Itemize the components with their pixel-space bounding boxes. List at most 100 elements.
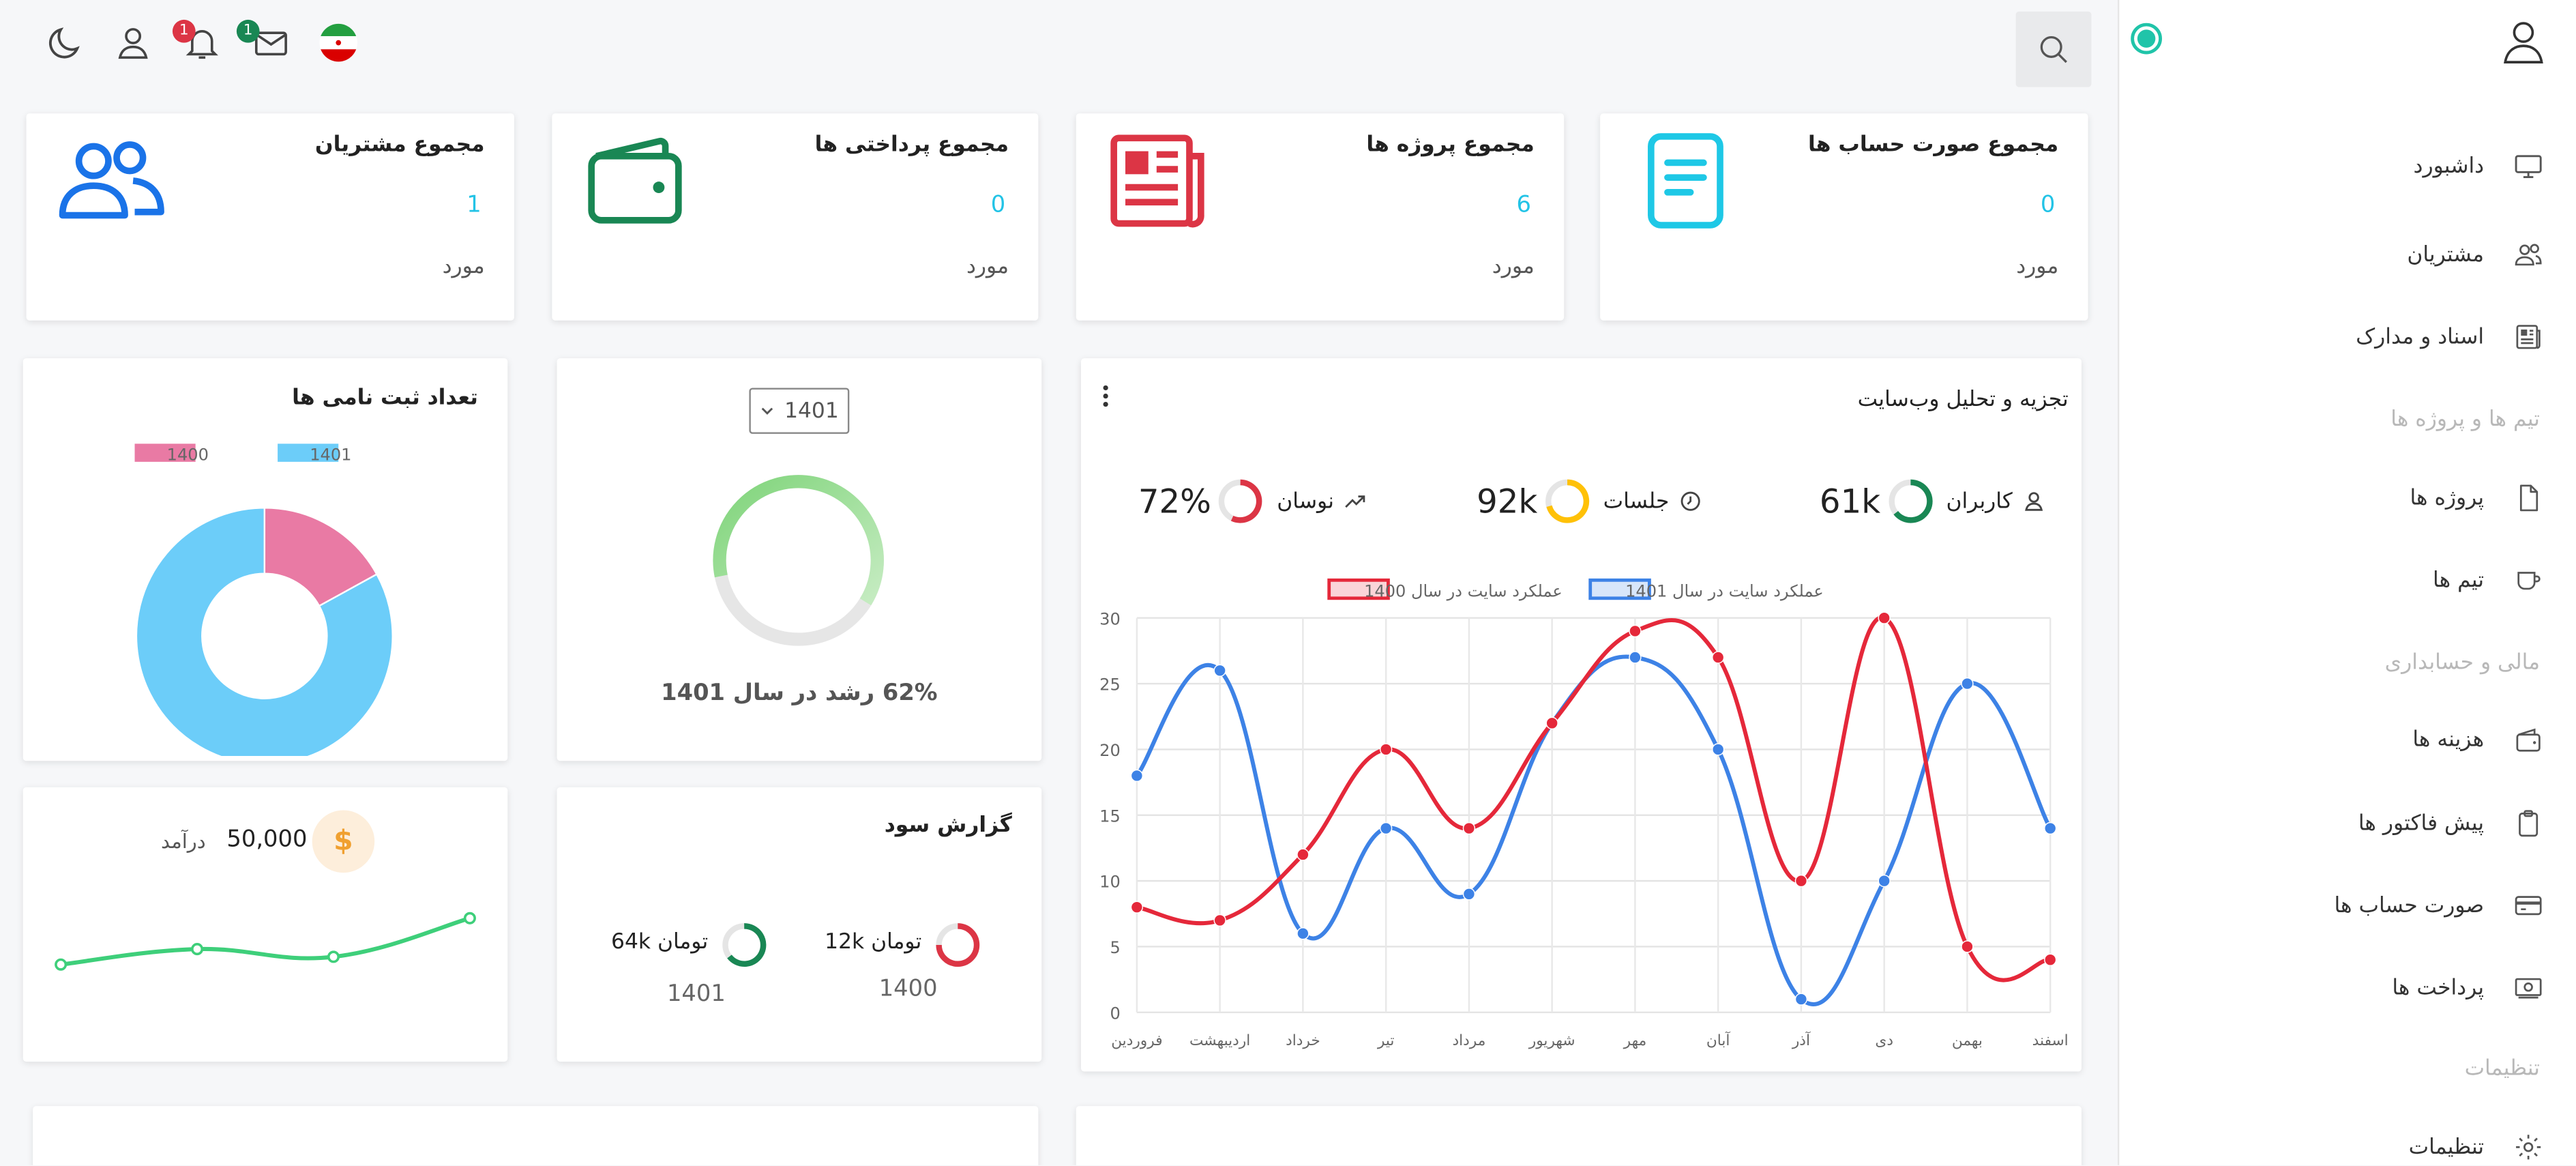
cup-icon: [2507, 566, 2550, 595]
stat-unit: مورد: [442, 254, 485, 280]
income-value: 50,000: [226, 826, 308, 854]
profit-amount: 12k تومان: [825, 930, 922, 955]
y-tick-label: 10: [1099, 873, 1121, 892]
income-card: $ 50,000 درآمد: [23, 787, 508, 1062]
card-menu-button[interactable]: [1097, 383, 1114, 409]
stat-value: 1: [467, 192, 482, 219]
sidebar-item-label: مشتریان: [2407, 242, 2485, 267]
sidebar-section-finance: مالی و حسابداری: [2384, 650, 2541, 676]
data-point: [463, 912, 476, 924]
year-select-value: 1401: [784, 398, 839, 424]
toggle-dot: [2137, 29, 2156, 48]
profit-report-card: گزارش سود 12k تومان 1400 64k تومان 1401: [557, 787, 1042, 1062]
profit-year: 1400: [878, 976, 938, 1003]
language-selector[interactable]: [319, 23, 358, 63]
sidebar-item-label: پروژه ها: [2410, 485, 2485, 510]
data-point: [327, 950, 340, 963]
stat-title: مجموع پروژه ها: [1366, 133, 1535, 158]
sidebar-item-invoices[interactable]: صورت حساب ها: [2155, 881, 2549, 930]
series-line: [1135, 654, 2052, 1006]
registrations-card: تعداد ثبت نامی ها 1401 1400: [23, 358, 508, 761]
legend-label: 1401: [310, 445, 351, 464]
y-tick-label: 0: [1110, 1004, 1120, 1023]
sidebar-item-dashboard[interactable]: داشبورد: [2155, 141, 2549, 190]
year-select[interactable]: 1401: [749, 388, 850, 434]
x-tick-label: خرداد: [1286, 1032, 1320, 1049]
currency-badge: $: [312, 810, 375, 873]
sidebar-toggle[interactable]: [2131, 23, 2162, 55]
data-point: [1961, 940, 1974, 953]
data-point: [1712, 743, 1725, 756]
trending-up-icon: [1345, 495, 1365, 508]
data-point: [1462, 821, 1476, 835]
metric-ring: [1545, 479, 1589, 523]
metric-value: 72%: [1138, 481, 1211, 521]
dark-mode-toggle[interactable]: [46, 23, 85, 63]
x-tick-label: اردیبهشت: [1189, 1032, 1250, 1049]
sidebar-item-customers[interactable]: مشتریان: [2155, 230, 2549, 279]
profit-ring: [936, 923, 980, 967]
metric-sessions: جلسات 92k: [1477, 478, 1702, 524]
x-tick-label: مرداد: [1452, 1032, 1485, 1049]
newspaper-icon: [2507, 322, 2550, 351]
stat-unit: مورد: [966, 254, 1009, 280]
growth-card: 1401 62% رشد در سال 1401: [557, 358, 1042, 761]
sidebar-item-label: تنظیمات: [2408, 1135, 2485, 1160]
x-tick-label: آذر: [1792, 1031, 1811, 1049]
card-title: تعداد ثبت نامی ها: [292, 386, 478, 411]
sidebar-item-settings[interactable]: تنظیمات: [2155, 1122, 2549, 1165]
moon-icon: [48, 27, 80, 59]
data-point: [1130, 769, 1144, 783]
sidebar-item-proforma[interactable]: پیش فاکتور ها: [2155, 799, 2549, 848]
data-point: [1213, 914, 1226, 927]
sidebar-item-expenses[interactable]: هزینه ها: [2155, 715, 2549, 764]
messages-button[interactable]: 1: [236, 19, 291, 63]
sparkline: [60, 916, 471, 967]
x-tick-label: شهریور: [1528, 1032, 1575, 1049]
notifications-button[interactable]: 1: [172, 19, 222, 63]
stat-title: مجموع صورت حساب ها: [1807, 133, 2059, 158]
card-title: تجزیه و تحلیل وب‌سایت: [1857, 388, 2069, 413]
y-tick-label: 20: [1099, 741, 1121, 760]
wallet-icon: [588, 137, 682, 224]
ring-progress: [713, 475, 884, 606]
growth-caption: 62% رشد در سال 1401: [661, 680, 938, 707]
registrations-donut-chart: 1401 1400: [134, 443, 394, 757]
data-point: [191, 943, 204, 956]
sidebar-item-projects[interactable]: پروژه ها: [2155, 473, 2549, 523]
sidebar-item-label: داشبورد: [2413, 154, 2485, 179]
stat-value: 0: [2040, 192, 2056, 219]
search-button[interactable]: [2015, 11, 2092, 87]
data-point: [1961, 677, 1974, 690]
sidebar-item-label: تیم ها: [2433, 568, 2485, 593]
user-avatar-icon[interactable]: [2500, 18, 2546, 63]
metric-value: 61k: [1819, 481, 1881, 521]
credit-card-icon: [2507, 891, 2550, 920]
profile-button[interactable]: [113, 23, 153, 63]
sidebar-item-payments[interactable]: پرداخت ها: [2155, 963, 2549, 1012]
y-tick-label: 25: [1099, 675, 1121, 695]
more-vertical-icon: [1103, 385, 1108, 407]
y-tick-label: 15: [1099, 806, 1121, 826]
x-tick-label: آبان: [1706, 1031, 1731, 1049]
y-tick-label: 30: [1099, 609, 1121, 628]
sidebar-item-teams[interactable]: تیم ها: [2155, 555, 2549, 604]
stat-title: مجموع مشتریان: [314, 133, 485, 158]
user-icon: [118, 28, 148, 59]
sidebar-section-teams-projects: تیم ها و پروژه ها: [2390, 407, 2541, 433]
data-point: [1712, 651, 1725, 664]
sidebar-item-documents[interactable]: اسناد و مدارک: [2155, 312, 2549, 362]
dollar-icon: $: [334, 825, 353, 858]
file-icon: [2507, 483, 2550, 512]
x-tick-label: فروردین: [1111, 1032, 1162, 1049]
sidebar-item-label: پیش فاکتور ها: [2358, 811, 2485, 836]
legend-label: عملکرد سایت در سال 1400: [1364, 581, 1563, 600]
data-point: [1878, 611, 1891, 624]
stat-card-projects: مجموع پروژه ها 6 مورد: [1076, 113, 1565, 321]
sidebar-item-label: اسناد و مدارک: [2356, 324, 2485, 349]
iran-flag-icon: [319, 23, 357, 62]
newspaper-icon: [1110, 134, 1204, 228]
data-point: [1297, 848, 1309, 861]
profit-year: 1401: [666, 981, 726, 1008]
metric-bounce: نوسان 72%: [1138, 478, 1367, 524]
